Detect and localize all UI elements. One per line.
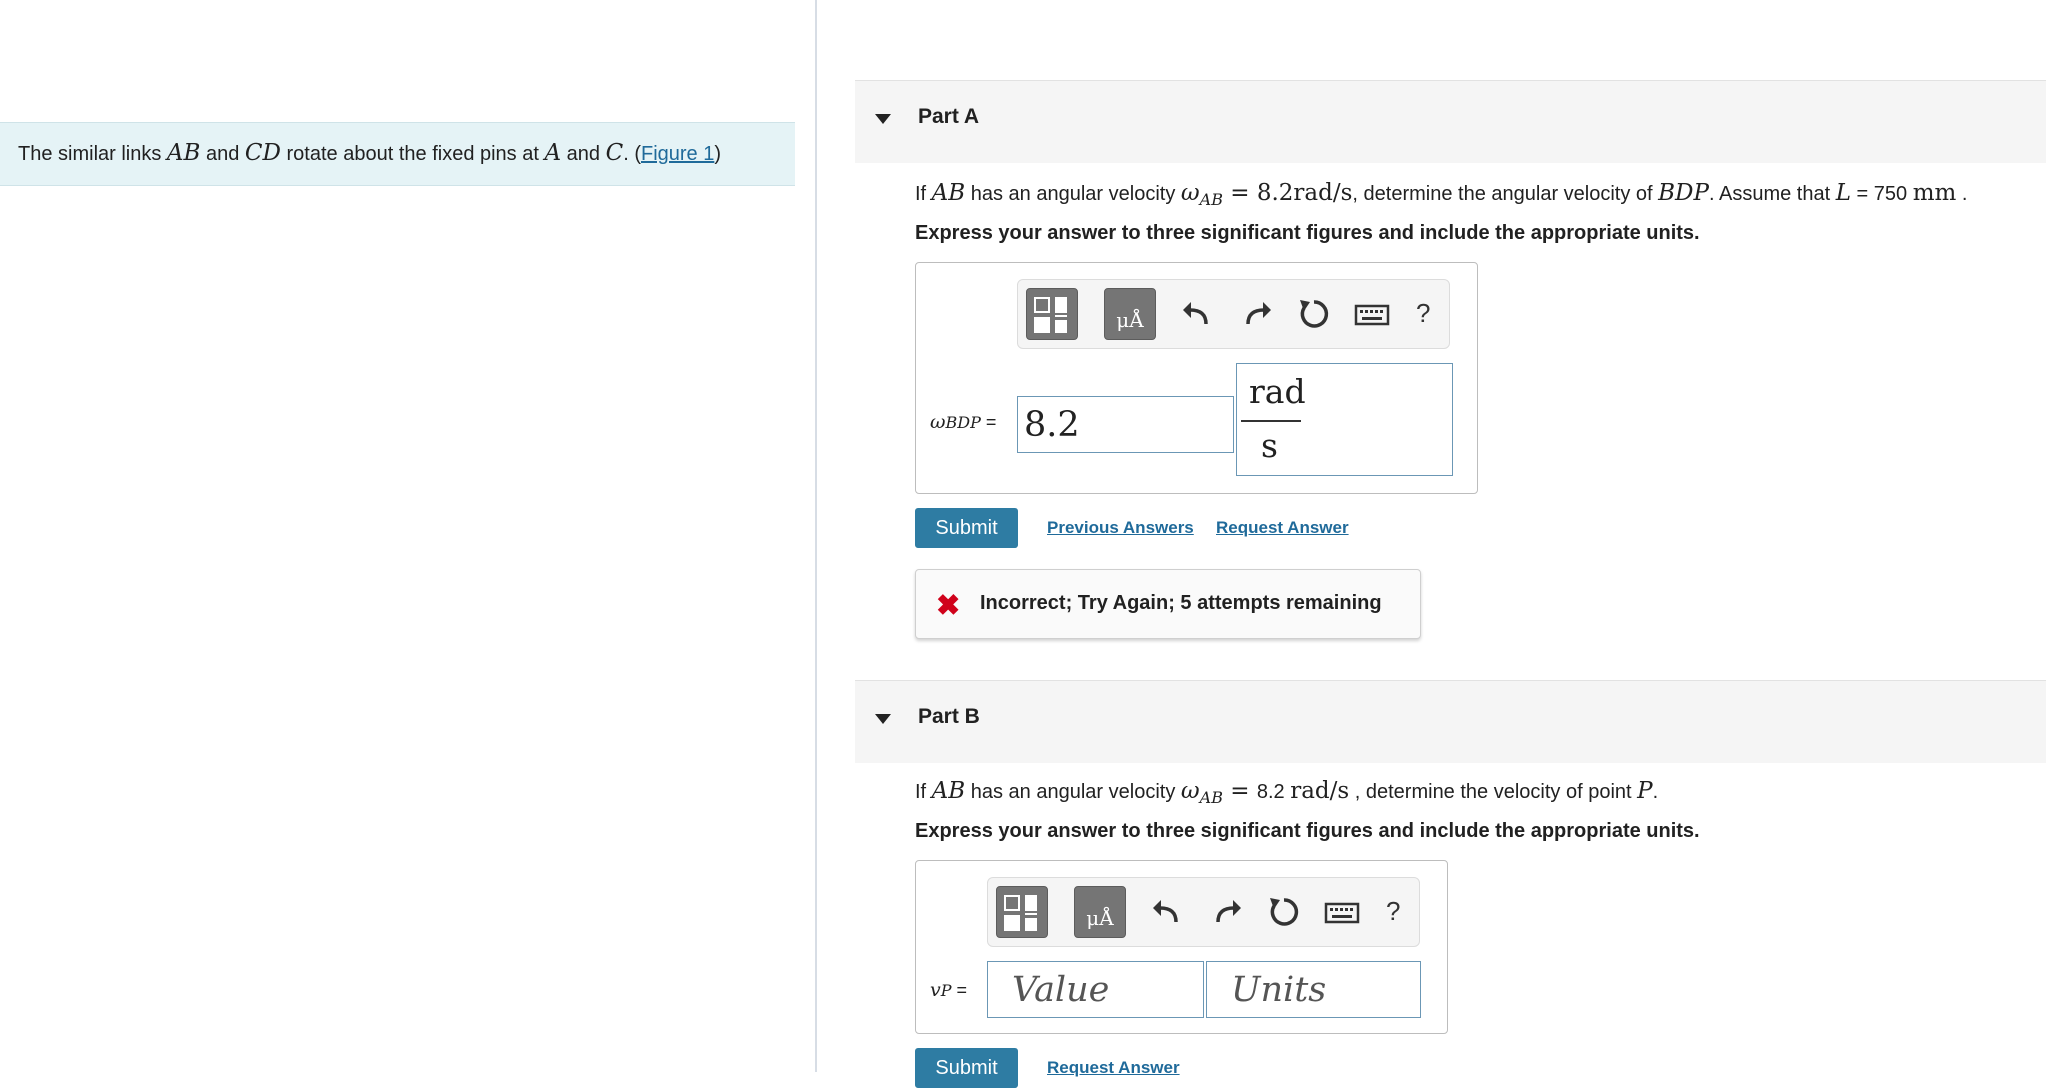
question-text: . (1652, 781, 1659, 803)
part-a-value-input[interactable] (1017, 396, 1234, 453)
collapse-caret-icon[interactable] (875, 114, 891, 124)
part-b-submit-button[interactable]: Submit (915, 1048, 1018, 1088)
math-subscript: P (940, 981, 952, 1000)
units-denominator: s (1261, 426, 1278, 465)
problem-statement: The similar links AB and CD rotate about… (18, 139, 721, 168)
math-p: P (1637, 778, 1653, 804)
part-b-header[interactable]: Part B (855, 680, 2046, 763)
part-b-variable-label: vP = (930, 979, 967, 1001)
problem-text: ) (714, 143, 722, 165)
math-unit: mm (1912, 180, 1957, 206)
reset-icon[interactable] (1264, 892, 1304, 932)
math-subscript: AB (1199, 190, 1223, 209)
math-equals: = (1222, 778, 1257, 804)
help-icon[interactable]: ? (1386, 896, 1400, 927)
part-b-request-answer-link[interactable]: Request Answer (1047, 1058, 1180, 1078)
part-b-title: Part B (918, 705, 980, 728)
feedback-text: Incorrect; Try Again; 5 attempts remaini… (980, 592, 1382, 614)
math-a: A (544, 140, 562, 166)
math-value: = 8.2rad/s (1222, 180, 1353, 206)
part-b-instruction: Express your answer to three significant… (915, 820, 1700, 842)
question-text: = 750 (1851, 183, 1913, 205)
part-b-question: If AB has an angular velocity ωAB = 8.2 … (915, 778, 1658, 807)
question-text: If (915, 183, 932, 205)
math-omega: ω (1180, 778, 1200, 804)
reset-icon[interactable] (1294, 294, 1334, 334)
templates-icon[interactable] (1026, 288, 1078, 340)
collapse-caret-icon[interactable] (875, 714, 891, 724)
feedback-message: ✖ Incorrect; Try Again; 5 attempts remai… (915, 569, 1421, 639)
math-toolbar: μÅ ? (1017, 279, 1450, 349)
keyboard-icon[interactable] (1350, 294, 1396, 334)
problem-statement-box: The similar links AB and CD rotate about… (0, 122, 795, 186)
help-icon[interactable]: ? (1416, 298, 1430, 329)
part-a-question: If AB has an angular velocity ωAB = 8.2r… (915, 180, 1967, 209)
units-numerator: rad (1249, 372, 1306, 411)
equals-sign: = (980, 412, 997, 432)
problem-text: . ( (623, 143, 641, 165)
part-a-header[interactable]: Part A (855, 80, 2046, 163)
question-text: . (1956, 183, 1968, 205)
math-omega: ω (930, 411, 946, 433)
units-icon[interactable]: μÅ (1104, 288, 1156, 340)
part-a-request-answer-link[interactable]: Request Answer (1216, 518, 1349, 538)
question-text: 8.2 (1256, 781, 1291, 803)
part-a-submit-button[interactable]: Submit (915, 508, 1018, 548)
math-cd: CD (244, 140, 281, 166)
part-a-variable-label: ωBDP = (930, 411, 996, 433)
part-a-instruction: Express your answer to three significant… (915, 222, 1700, 244)
question-text: has an angular velocity (965, 781, 1181, 803)
previous-answers-link[interactable]: Previous Answers (1047, 518, 1194, 538)
problem-text: and (561, 143, 606, 165)
math-ab: AB (931, 180, 966, 206)
part-a-answer-box: μÅ ? ωBDP = rad s (915, 262, 1478, 494)
equals-sign: = (951, 980, 968, 1000)
math-omega: ω (1180, 180, 1200, 206)
math-unit: rad/s (1290, 778, 1350, 804)
fraction-bar (1241, 420, 1301, 422)
question-text: , determine the angular velocity of (1352, 183, 1659, 205)
problem-text: rotate about the fixed pins at (280, 143, 545, 165)
undo-icon[interactable] (1178, 294, 1218, 334)
problem-text: The similar links (18, 143, 167, 165)
undo-icon[interactable] (1148, 892, 1188, 932)
math-toolbar: μÅ ? (987, 877, 1420, 947)
part-a-title: Part A (918, 105, 980, 128)
part-b-units-input[interactable] (1206, 961, 1421, 1018)
part-b-value-input[interactable] (987, 961, 1204, 1018)
problem-pane: The similar links AB and CD rotate about… (0, 0, 817, 1072)
math-bdp: BDP (1658, 180, 1709, 206)
math-l: L (1835, 180, 1851, 206)
math-subscript: BDP (945, 413, 981, 432)
math-v: v (930, 979, 941, 1001)
question-text: , determine the velocity of point (1349, 781, 1638, 803)
part-b-answer-box: μÅ ? vP = (915, 860, 1448, 1034)
part-a-units-input[interactable]: rad s (1236, 363, 1453, 476)
question-text: has an angular velocity (965, 183, 1181, 205)
incorrect-icon: ✖ (936, 590, 961, 622)
question-text: If (915, 781, 932, 803)
templates-icon[interactable] (996, 886, 1048, 938)
problem-text: and (200, 143, 245, 165)
keyboard-icon[interactable] (1320, 892, 1366, 932)
question-text: . Assume that (1708, 183, 1836, 205)
math-ab: AB (931, 778, 966, 804)
redo-icon[interactable] (1236, 294, 1276, 334)
math-c: C (605, 140, 624, 166)
math-subscript: AB (1199, 788, 1223, 807)
figure-link[interactable]: Figure 1 (641, 143, 714, 165)
units-icon[interactable]: μÅ (1074, 886, 1126, 938)
parts-pane: Part A If AB has an angular velocity ωAB… (855, 0, 2046, 1088)
math-ab: AB (166, 140, 201, 166)
redo-icon[interactable] (1206, 892, 1246, 932)
